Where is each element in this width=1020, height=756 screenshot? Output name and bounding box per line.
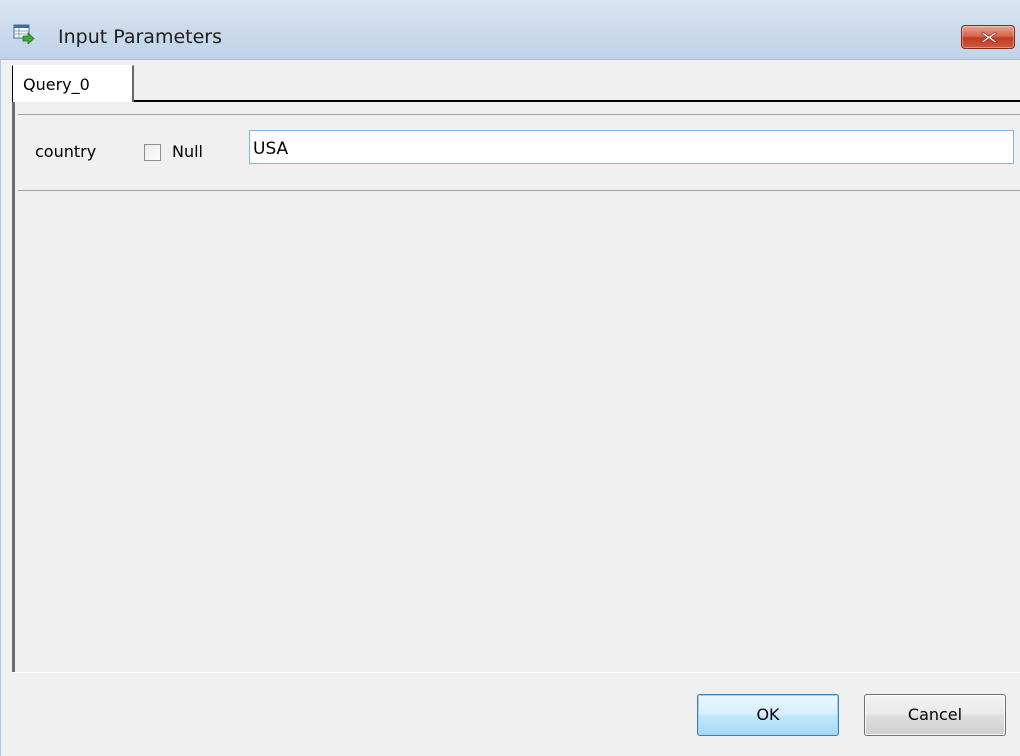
parameter-name-label: country xyxy=(35,142,97,161)
table-arrow-icon xyxy=(13,24,35,45)
footer-divider xyxy=(12,672,1020,673)
window-border xyxy=(0,60,1,756)
tab-strip: Query_0 xyxy=(12,60,1020,102)
null-checkbox[interactable] xyxy=(144,144,161,161)
parameters-panel: country Null xyxy=(12,102,1020,672)
window-title: Input Parameters xyxy=(58,26,222,48)
input-parameters-dialog: Input Parameters Query_0 country Null OK… xyxy=(0,0,1020,756)
close-button[interactable] xyxy=(961,25,1015,49)
tab-label: Query_0 xyxy=(23,75,90,94)
title-bar[interactable]: Input Parameters xyxy=(0,0,1020,60)
close-icon xyxy=(981,31,997,44)
null-checkbox-label[interactable]: Null xyxy=(172,142,203,161)
cancel-button[interactable]: Cancel xyxy=(864,694,1006,736)
row-divider xyxy=(18,114,1020,115)
parameter-row: country Null xyxy=(18,116,1020,191)
ok-button[interactable]: OK xyxy=(697,694,839,736)
parameter-value-input[interactable] xyxy=(249,130,1014,164)
tab-query-0[interactable]: Query_0 xyxy=(12,65,134,102)
